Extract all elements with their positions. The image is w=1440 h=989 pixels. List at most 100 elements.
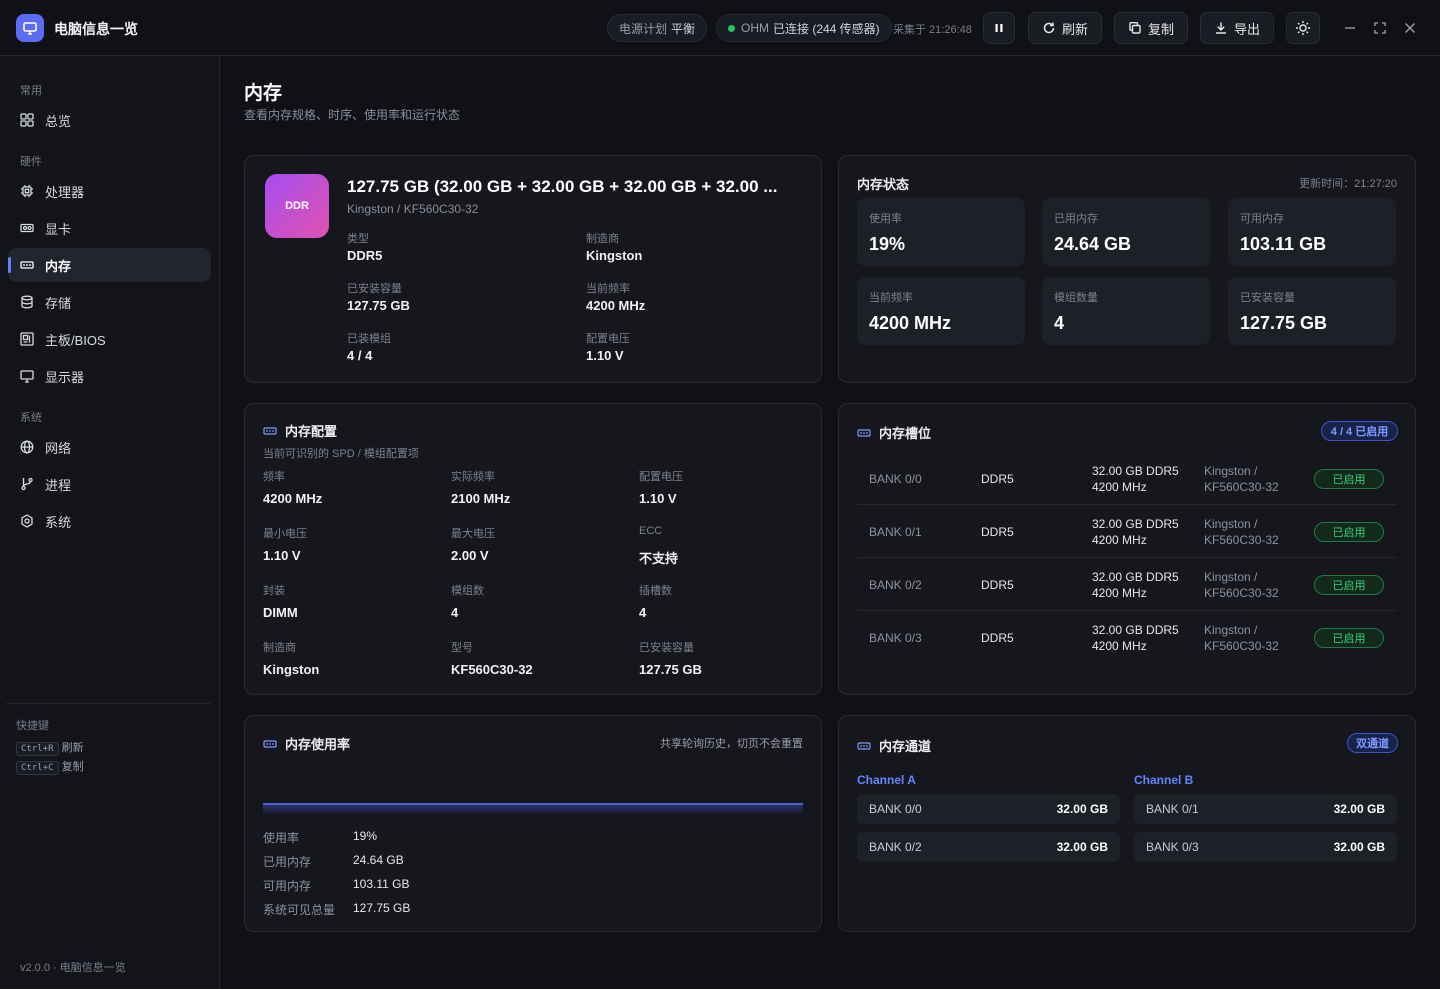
field-value: DIMM: [263, 605, 298, 620]
channel-size: 32.00 GB: [1056, 840, 1108, 854]
power-plan-label: 电源计划: [619, 21, 668, 36]
slot-freq: 4200 MHz: [1092, 533, 1147, 547]
tile-value: 24.64 GB: [1054, 234, 1132, 254]
channel-slot: BANK 0/1 32.00 GB: [1134, 794, 1397, 824]
field-label: 型号: [451, 642, 473, 654]
slot-model: KF560C30-32: [1204, 480, 1279, 494]
slot-model: KF560C30-32: [1204, 639, 1279, 653]
field-value: 4: [451, 605, 459, 620]
sidebar-item-label: 网络: [45, 440, 72, 456]
field-label: 当前频率: [586, 283, 630, 295]
sidebar-item-label: 内存: [45, 258, 72, 274]
page-title: 内存: [244, 83, 283, 104]
status-tile: 可用内存 103.11 GB: [1228, 198, 1396, 266]
sidebar-item-system[interactable]: 系统: [8, 504, 211, 538]
field-value: KF560C30-32: [451, 662, 533, 677]
minimize-icon[interactable]: [1340, 18, 1360, 38]
slot-bank: BANK 0/2: [869, 578, 922, 592]
export-label: 导出: [1233, 21, 1260, 37]
shortcut-key: Ctrl+C: [16, 761, 59, 775]
channel-size: 32.00 GB: [1333, 840, 1385, 854]
grid-icon: [20, 113, 34, 127]
slot-size: 32.00 GB DDR5: [1092, 623, 1179, 637]
export-button[interactable]: 导出: [1200, 12, 1274, 44]
sidebar-item-cpu[interactable]: 处理器: [8, 174, 211, 208]
field-value: 4: [639, 605, 647, 620]
status-title: 内存状态: [857, 177, 910, 192]
tile-label: 已安装容量: [1240, 292, 1295, 304]
slot-model: KF560C30-32: [1204, 533, 1279, 547]
close-icon[interactable]: [1400, 18, 1420, 38]
status-tile: 模组数量 4: [1042, 277, 1210, 345]
slot-size: 32.00 GB DDR5: [1092, 517, 1179, 531]
field-value: DDR5: [347, 248, 383, 263]
sidebar-item-display[interactable]: 显示器: [8, 359, 211, 393]
memory-slots-card: 内存槽位 4 / 4 已启用 BANK 0/0 DDR5 32.00 GB DD…: [838, 403, 1416, 695]
field-label: 制造商: [586, 233, 619, 245]
sidebar-item-network[interactable]: 网络: [8, 430, 211, 464]
maximize-icon[interactable]: [1370, 18, 1390, 38]
summary-title: 127.75 GB (32.00 GB + 32.00 GB + 32.00 G…: [347, 177, 778, 196]
page-subtitle: 查看内存规格、时序、使用率和运行状态: [244, 108, 461, 122]
refresh-button[interactable]: 刷新: [1028, 12, 1102, 44]
tile-label: 当前频率: [869, 292, 913, 304]
slot-status-badge: 已启用: [1314, 469, 1384, 489]
pause-button[interactable]: [983, 12, 1015, 44]
slots-title: 内存槽位: [879, 426, 932, 441]
tile-value: 19%: [869, 234, 906, 254]
status-updated: 更新时间：21:27:20: [1299, 178, 1397, 190]
field-value: 4200 MHz: [263, 491, 323, 506]
download-icon: [1215, 22, 1226, 34]
sidebar-item-storage[interactable]: 存储: [8, 285, 211, 319]
usage-header: 内存使用率: [263, 734, 350, 753]
slot-bank: BANK 0/3: [869, 631, 922, 645]
sidebar-item-process[interactable]: 进程: [8, 467, 211, 501]
status-tile: 当前频率 4200 MHz: [857, 277, 1025, 345]
database-icon: [21, 295, 33, 309]
sidebar-item-gpu[interactable]: 显卡: [8, 211, 211, 245]
ohm-status: 已连接 (244 传感器): [773, 21, 880, 36]
usage-note: 共享轮询历史，切页不会重置: [660, 738, 803, 750]
copy-button[interactable]: 复制: [1114, 12, 1188, 44]
usage-row: 可用内存 103.11 GB: [263, 877, 409, 894]
config-title: 内存配置: [285, 424, 338, 439]
tile-label: 可用内存: [1240, 213, 1284, 225]
slot-freq: 4200 MHz: [1092, 480, 1147, 494]
sidebar-item-label: 总览: [45, 113, 72, 129]
ohm-status-pill[interactable]: OHM 已连接 (244 传感器): [716, 14, 892, 42]
tile-label: 模组数量: [1054, 292, 1098, 304]
sidebar-item-label: 处理器: [45, 184, 85, 200]
status-tile: 已用内存 24.64 GB: [1042, 198, 1210, 266]
refresh-icon: [1043, 22, 1055, 34]
channel-slot: BANK 0/3 32.00 GB: [1134, 832, 1397, 862]
section-label-hardware: 硬件: [20, 156, 42, 168]
usage-value: 24.64 GB: [353, 853, 404, 867]
sidebar-item-overview[interactable]: 总览: [8, 103, 211, 137]
usage-label: 已用内存: [263, 855, 312, 869]
monitor-icon: [16, 14, 44, 42]
field-value: Kingston: [263, 662, 320, 677]
sidebar-item-memory[interactable]: 内存: [8, 248, 211, 282]
power-plan-pill[interactable]: 电源计划 平衡: [607, 14, 708, 42]
slot-size: 32.00 GB DDR5: [1092, 570, 1179, 584]
slot-type: DDR5: [981, 631, 1014, 645]
globe-icon: [20, 440, 34, 454]
version-text: v2.0.0 · 电脑信息一览: [20, 962, 126, 974]
field-value: 1.10 V: [639, 491, 677, 506]
sidebar-item-motherboard[interactable]: 主板/BIOS: [8, 322, 211, 356]
tile-label: 已用内存: [1054, 213, 1098, 225]
slot-freq: 4200 MHz: [1092, 639, 1147, 653]
slot-type: DDR5: [981, 472, 1014, 486]
field-label: 频率: [263, 471, 285, 483]
field-label: 最大电压: [451, 528, 495, 540]
field-label: ECC: [639, 525, 663, 537]
slots-enabled-badge: 4 / 4 已启用: [1321, 421, 1398, 441]
shortcut-label: 复制: [61, 761, 84, 773]
power-plan-value: 平衡: [671, 21, 696, 36]
field-label: 配置电压: [639, 471, 683, 483]
slot-vendor: Kingston /: [1204, 464, 1258, 478]
slot-type: DDR5: [981, 578, 1014, 592]
memory-icon: [857, 741, 871, 750]
theme-toggle-button[interactable]: [1286, 12, 1320, 44]
channel-b-label: Channel B: [1134, 773, 1194, 787]
